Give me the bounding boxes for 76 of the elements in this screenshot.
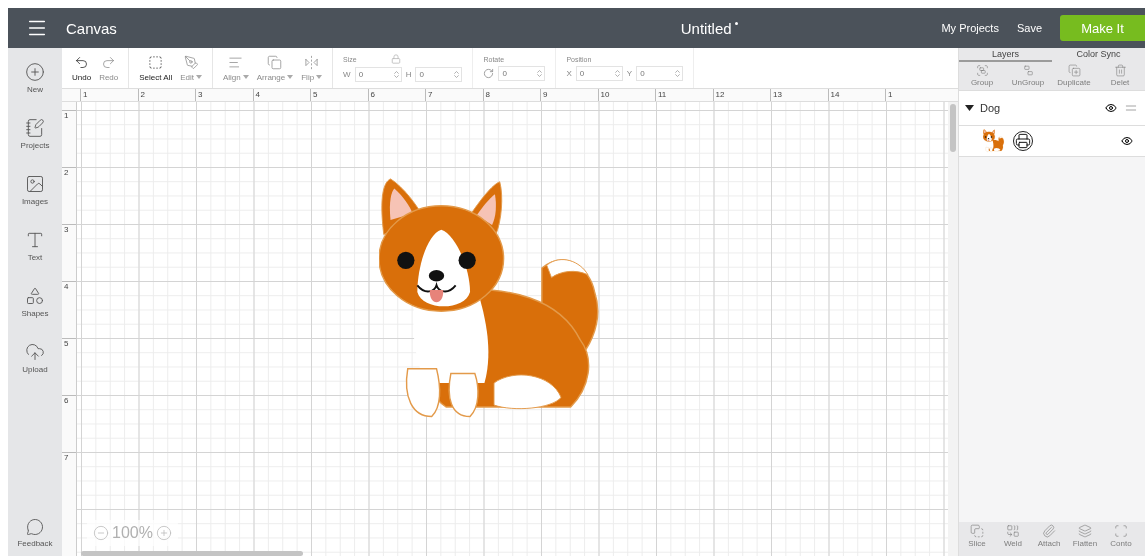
panel-action-button[interactable]: Delet xyxy=(1097,62,1143,90)
panel-action-button[interactable]: Duplicate xyxy=(1051,62,1097,90)
notebook-icon xyxy=(25,118,45,138)
layers-icon xyxy=(1078,524,1092,538)
panel-action-button[interactable]: Weld xyxy=(995,522,1031,556)
frame-corners-icon xyxy=(1114,524,1128,538)
sidebar-item[interactable]: Text xyxy=(25,224,45,280)
zoom-out-icon[interactable] xyxy=(93,525,109,541)
sidebar-item[interactable]: Images xyxy=(21,168,49,224)
stacked-squares-icon xyxy=(267,54,283,70)
panel-action-button[interactable]: Attach xyxy=(1031,522,1067,556)
pen-icon xyxy=(183,54,199,70)
panel-action-button[interactable]: UnGroup xyxy=(1005,62,1051,90)
zoom-in-icon[interactable] xyxy=(155,525,172,541)
panel-action-button[interactable]: Group xyxy=(959,62,1005,90)
eye-icon[interactable] xyxy=(1105,102,1117,114)
redo-icon xyxy=(101,54,117,70)
trash-icon xyxy=(1113,64,1127,77)
toolbar-button[interactable]: Select All xyxy=(139,54,173,82)
panel-action-button[interactable]: Flatten xyxy=(1067,522,1103,556)
undo-icon xyxy=(74,54,90,70)
lock-icon[interactable] xyxy=(390,54,401,64)
printer-icon[interactable] xyxy=(1013,131,1033,151)
spinner-arrows-icon[interactable] xyxy=(612,68,622,78)
spinner-arrows-icon[interactable] xyxy=(391,70,401,79)
toolbar-button[interactable]: Undo xyxy=(72,54,92,82)
document-title: Untitled xyxy=(476,19,942,37)
spinner-arrows-icon[interactable] xyxy=(673,68,683,78)
upload-icon xyxy=(25,342,45,362)
field-label: H xyxy=(405,70,412,79)
rotate-icon xyxy=(483,67,495,79)
eye-icon[interactable] xyxy=(1121,135,1133,147)
flip-icon xyxy=(304,54,320,70)
number-field[interactable]: 0 xyxy=(575,65,623,81)
plus-circle-icon xyxy=(25,62,45,82)
number-field[interactable]: 0 xyxy=(354,67,402,82)
sidebar-item[interactable]: Upload xyxy=(22,336,48,392)
header-link[interactable]: Save xyxy=(1016,22,1042,34)
sidebar-item[interactable]: Projects xyxy=(20,112,50,168)
field-label: W xyxy=(343,70,351,79)
panel-tab[interactable]: Color Sync xyxy=(1052,48,1145,62)
sidebar-item[interactable]: Feedback xyxy=(17,512,53,556)
group-icon xyxy=(975,64,989,77)
shapes-icon xyxy=(25,286,45,306)
field-label: Y xyxy=(626,68,633,78)
number-field[interactable]: 0 xyxy=(636,65,684,81)
dog-thumbnail-icon xyxy=(983,129,1005,153)
horizontal-ruler: 1 2 3 4 5 6 7 8 9 10 11 12 13 14 1 xyxy=(62,89,958,102)
layer-name: Dog xyxy=(980,102,1002,114)
panel-action-button[interactable]: Conto xyxy=(1103,522,1139,556)
section-title: Canvas xyxy=(66,19,117,37)
zoom-level: 100% xyxy=(112,524,153,542)
image-icon xyxy=(25,174,45,194)
field-label: X xyxy=(566,68,572,78)
spinner-arrows-icon[interactable] xyxy=(452,70,462,79)
panel-action-button[interactable]: Slice xyxy=(959,522,995,556)
sidebar-item[interactable]: New xyxy=(25,56,45,112)
sidebar-item[interactable]: Shapes xyxy=(21,280,49,336)
letter-icon xyxy=(25,230,45,250)
number-field[interactable]: 0 xyxy=(498,65,546,81)
align-icon xyxy=(228,54,244,70)
number-field[interactable]: 0 xyxy=(415,67,463,82)
layer-row[interactable]: Dog xyxy=(959,91,1145,126)
duplicate-icon xyxy=(1067,64,1081,77)
scrollbar-thumb[interactable] xyxy=(950,104,956,152)
header-link[interactable]: My Projects xyxy=(941,22,999,34)
layer-row[interactable] xyxy=(959,126,1145,157)
vertical-ruler: 1 2 3 4 5 6 7 xyxy=(62,102,77,556)
paperclip-icon xyxy=(1042,524,1056,538)
ungroup-icon xyxy=(1021,64,1035,77)
spinner-arrows-icon[interactable] xyxy=(535,68,545,78)
dashed-square-icon xyxy=(148,54,164,70)
speech-bubble-icon xyxy=(26,518,44,536)
scrollbar-thumb[interactable] xyxy=(81,551,303,556)
caret-icon[interactable] xyxy=(965,105,974,111)
panel-tab[interactable]: Layers xyxy=(959,48,1052,62)
